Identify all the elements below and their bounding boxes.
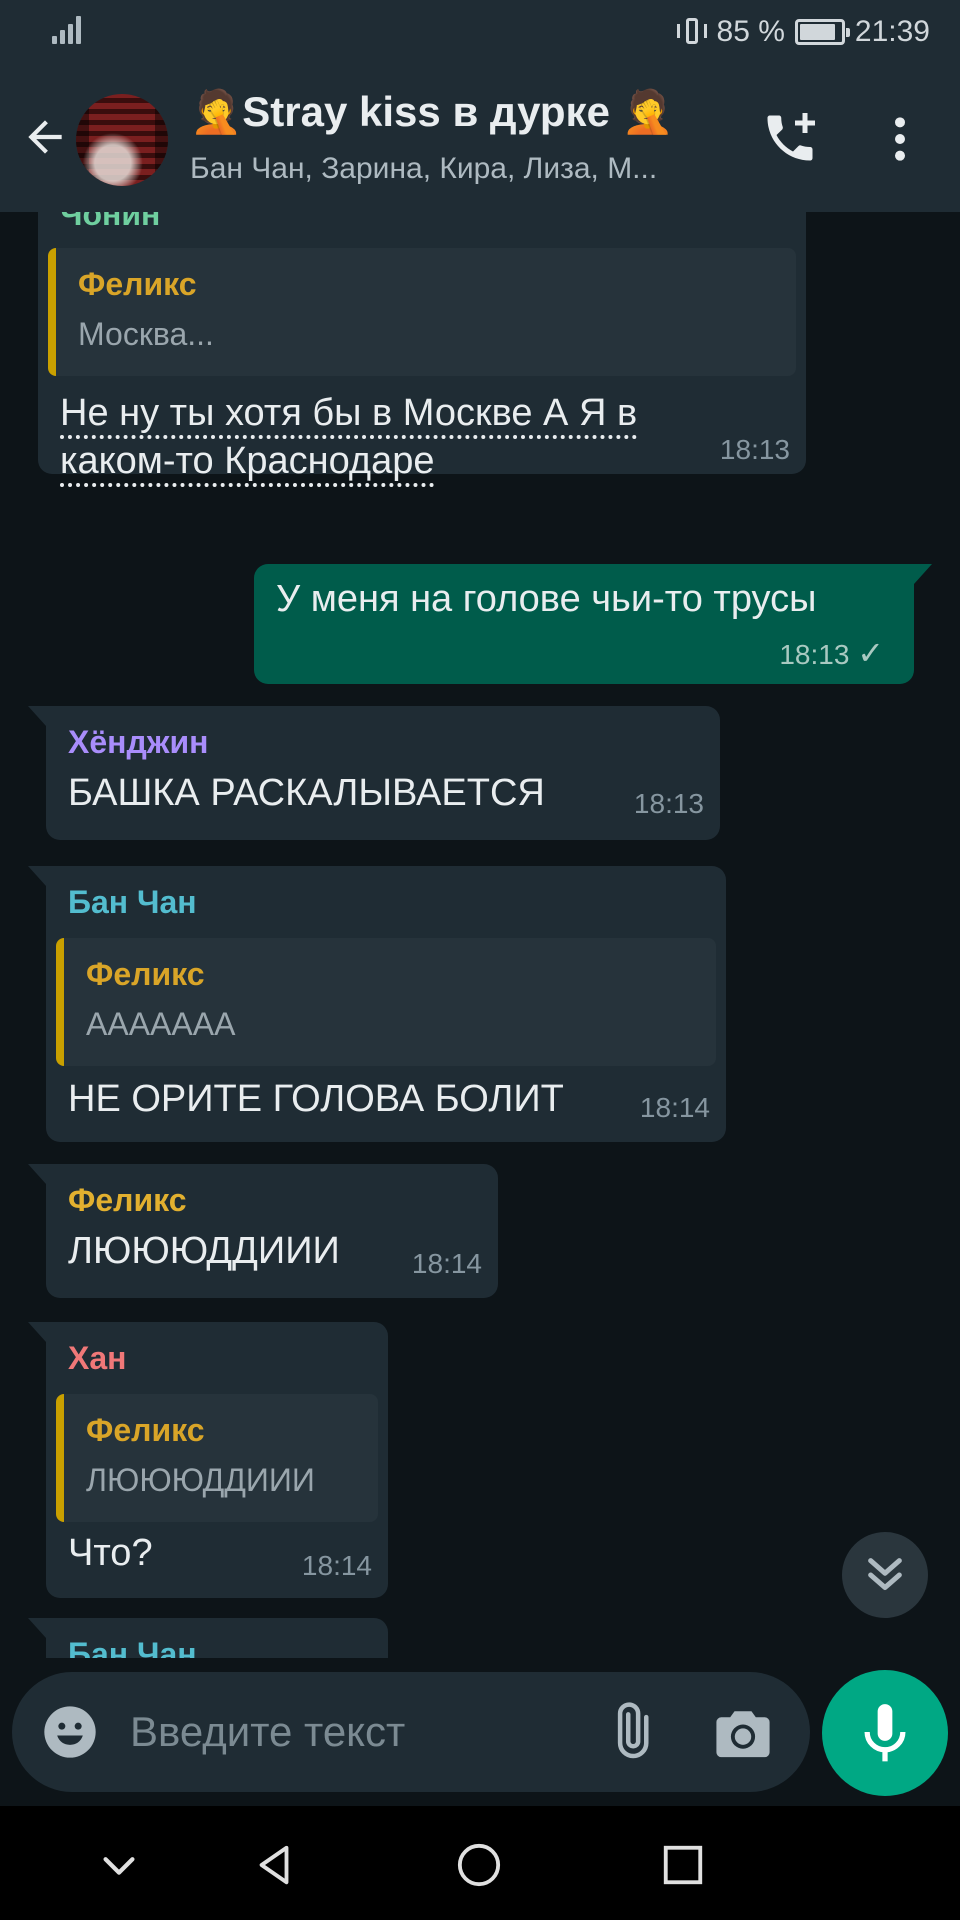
recents-square-icon[interactable] <box>660 1842 706 1888</box>
sender-name: Хан <box>68 1340 127 1376</box>
message-text: Не ну ты хотя бы в Москве А Я в <box>60 392 638 434</box>
camera-icon[interactable] <box>714 1706 772 1760</box>
message-text: ЛЮЮЮДДИИИ <box>68 1230 340 1272</box>
quoted-message[interactable]: Феликс ААААААА <box>56 938 716 1066</box>
voice-record-button[interactable] <box>822 1670 948 1796</box>
sent-check-icon: ✓ <box>857 635 884 671</box>
message-text: БАШКА РАСКАЛЫВАЕТСЯ <box>68 772 545 814</box>
sender-name: Хёнджин <box>68 724 209 760</box>
quoted-sender: Феликс <box>78 266 197 302</box>
microphone-icon <box>864 1704 906 1762</box>
message-time: 18:13 <box>719 434 790 465</box>
message-text: НЕ ОРИТЕ ГОЛОВА БОЛИТ <box>68 1078 564 1120</box>
chat-members[interactable]: Бан Чан, Зарина, Кира, Лиза, М... <box>190 152 730 186</box>
emoji-icon[interactable] <box>42 1704 98 1760</box>
double-chevron-down-icon <box>868 1558 902 1591</box>
message-time: 18:14 <box>411 1248 482 1279</box>
back-triangle-icon[interactable] <box>252 1842 298 1888</box>
message-bubble[interactable]: Хёнджин БАШКА РАСКАЛЫВАЕТСЯ 18:13 <box>28 706 720 840</box>
chevron-down-icon[interactable] <box>96 1842 142 1888</box>
chat-title[interactable]: 🤦Stray kiss в дурке 🤦 <box>190 88 750 137</box>
quoted-text: Москва... <box>78 316 214 352</box>
message-bubble[interactable]: Хан Феликс ЛЮЮЮДДИИИ Что? 18:14 <box>28 1322 388 1598</box>
message-bubble[interactable]: Феликс ЛЮЮЮДДИИИ 18:14 <box>28 1164 498 1298</box>
message-time: 18:13 <box>633 788 704 819</box>
message-bubble[interactable]: Бан Чан <box>28 1618 388 1658</box>
quoted-text: ЛЮЮЮДДИИИ <box>86 1462 315 1498</box>
message-time: 18:14 <box>301 1550 372 1581</box>
add-call-icon[interactable] <box>760 108 820 168</box>
message-bubble[interactable]: Чонин Феликс Москва... Не ну ты хотя бы … <box>38 212 806 482</box>
chat-header: 🤦Stray kiss в дурке 🤦 Бан Чан, Зарина, К… <box>0 64 960 212</box>
more-options-icon[interactable] <box>880 114 920 164</box>
quoted-text: ААААААА <box>86 1006 236 1042</box>
quoted-message[interactable]: Феликс Москва... <box>48 248 796 376</box>
sender-name: Бан Чан <box>68 1636 197 1658</box>
message-text: Что? <box>68 1532 153 1574</box>
back-arrow-icon[interactable] <box>20 112 70 162</box>
message-time: 18:14 <box>639 1092 710 1123</box>
battery-percent: 85 % <box>716 15 785 48</box>
message-time: 18:13 ✓ <box>779 635 884 671</box>
system-nav-bar <box>0 1806 960 1920</box>
vibrate-icon <box>676 16 707 48</box>
message-text: каком-то Краснодаре <box>60 440 435 482</box>
message-list[interactable]: Чонин Феликс Москва... Не ну ты хотя бы … <box>0 212 960 1658</box>
message-text: У меня на голове чьи-то трусы <box>276 578 817 620</box>
status-bar: 85 % 21:39 <box>0 0 960 64</box>
clock: 21:39 <box>854 15 930 48</box>
sender-name: Бан Чан <box>68 884 197 920</box>
sender-name: Чонин <box>60 212 161 232</box>
signal-icon <box>52 14 86 44</box>
group-avatar[interactable] <box>76 94 168 186</box>
sender-name: Феликс <box>68 1182 187 1218</box>
battery-icon <box>794 19 850 45</box>
home-circle-icon[interactable] <box>456 1842 502 1888</box>
message-input[interactable]: Введите текст <box>130 1708 405 1756</box>
quoted-message[interactable]: Феликс ЛЮЮЮДДИИИ <box>56 1394 378 1522</box>
scroll-to-bottom-button[interactable] <box>842 1532 928 1618</box>
message-bubble[interactable]: Бан Чан Феликс ААААААА НЕ ОРИТЕ ГОЛОВА Б… <box>28 866 726 1142</box>
message-bubble-outgoing[interactable]: У меня на голове чьи-то трусы 18:13 ✓ <box>254 564 932 684</box>
message-input-bar: Введите текст <box>12 1672 810 1792</box>
quoted-sender: Феликс <box>86 956 205 992</box>
quoted-sender: Феликс <box>86 1412 205 1448</box>
attach-icon[interactable] <box>600 1702 660 1762</box>
